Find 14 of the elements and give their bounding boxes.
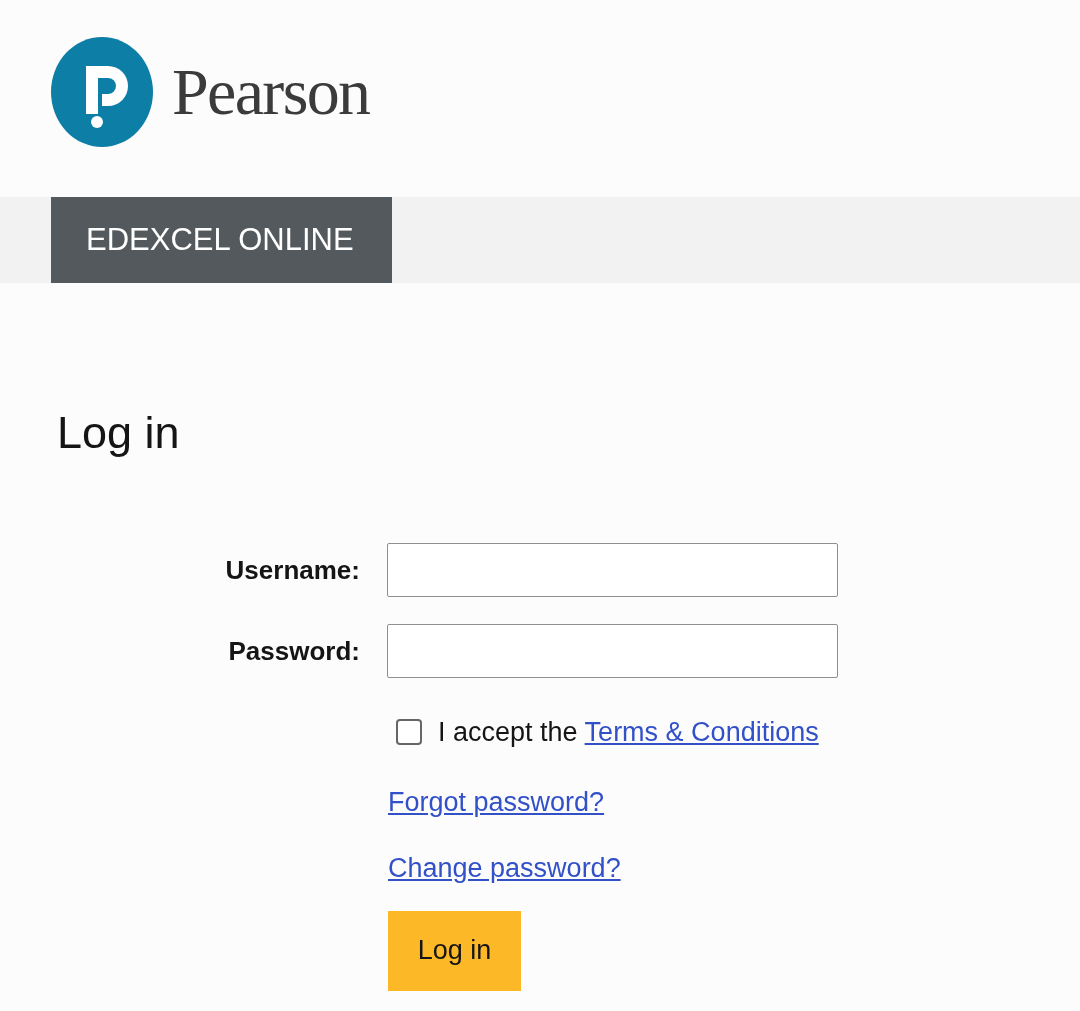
field-label: Password: [227,634,361,668]
password-link[interactable]: Forgot password? [388,782,605,821]
login-button[interactable]: Log in [388,910,521,991]
field-label: Username: [224,553,361,587]
text-field[interactable] [387,543,838,597]
terms-link[interactable]: Terms & Conditions [584,717,819,747]
terms-checkbox[interactable] [396,719,422,746]
page-heading: Log in [57,407,180,459]
terms-text: I accept the Terms & Conditions [438,716,819,749]
brand-name: Pearson [172,54,370,130]
nav-tab[interactable]: EDEXCEL ONLINE [51,197,392,283]
logo-icon [50,35,154,148]
password-link[interactable]: Change password? [388,848,621,887]
text-field[interactable] [387,624,838,678]
